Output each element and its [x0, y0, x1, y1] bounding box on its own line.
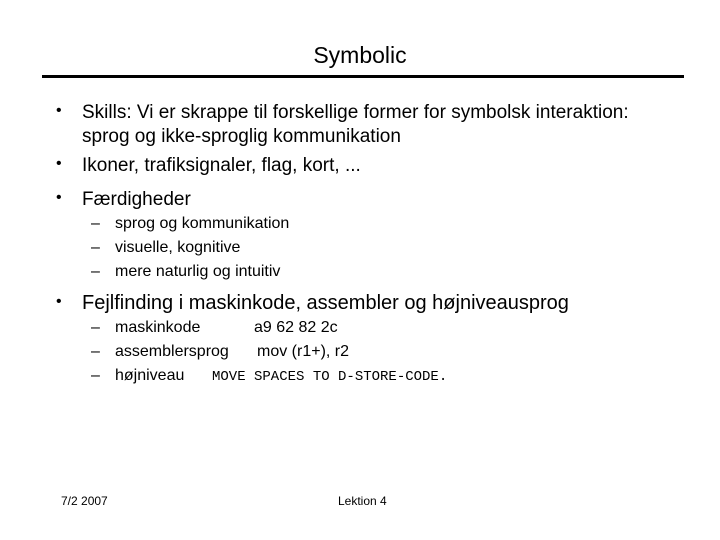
subitem-code: MOVE SPACES TO D-STORE-CODE.	[212, 369, 448, 385]
subitem-code: mov (r1+), r2	[257, 343, 350, 360]
dash-icon: –	[91, 215, 100, 232]
title-divider	[42, 75, 684, 78]
bullet-icon: •	[56, 102, 62, 119]
bullet-text-cont: sprog og ikke-sproglig kommunikation	[82, 126, 401, 147]
dash-icon: –	[91, 343, 100, 360]
subitem-code: a9 62 82 2c	[254, 319, 338, 336]
slide-title: Symbolic	[313, 42, 407, 68]
bullet-icon: •	[56, 155, 62, 172]
bullet-ikoner: Ikoner, trafiksignaler, flag, kort, ...	[82, 155, 361, 176]
subitem-label: maskinkode	[115, 319, 201, 336]
bullet-text: Skills: Vi er skrappe til forskellige fo…	[82, 102, 629, 123]
bullet-icon: •	[56, 293, 62, 310]
subitem: visuelle, kognitive	[115, 239, 241, 256]
bullet-faerdigheder: Færdigheder	[82, 189, 191, 210]
subitem-label: højniveau	[115, 367, 185, 384]
dash-icon: –	[91, 367, 100, 384]
subitem-label: assemblersprog	[115, 343, 229, 360]
dash-icon: –	[91, 263, 100, 280]
subitem: sprog og kommunikation	[115, 215, 290, 232]
bullet-fejlfinding: Fejlfinding i maskinkode, assembler og h…	[82, 292, 569, 314]
subitem: mere naturlig og intuitiv	[115, 263, 281, 280]
footer-lecture: Lektion 4	[338, 494, 387, 508]
bullet-skills: Skills: Vi er skrappe til forskellige fo…	[82, 101, 629, 149]
footer-date: 7/2 2007	[61, 494, 108, 508]
dash-icon: –	[91, 239, 100, 256]
bullet-icon: •	[56, 189, 62, 206]
dash-icon: –	[91, 319, 100, 336]
